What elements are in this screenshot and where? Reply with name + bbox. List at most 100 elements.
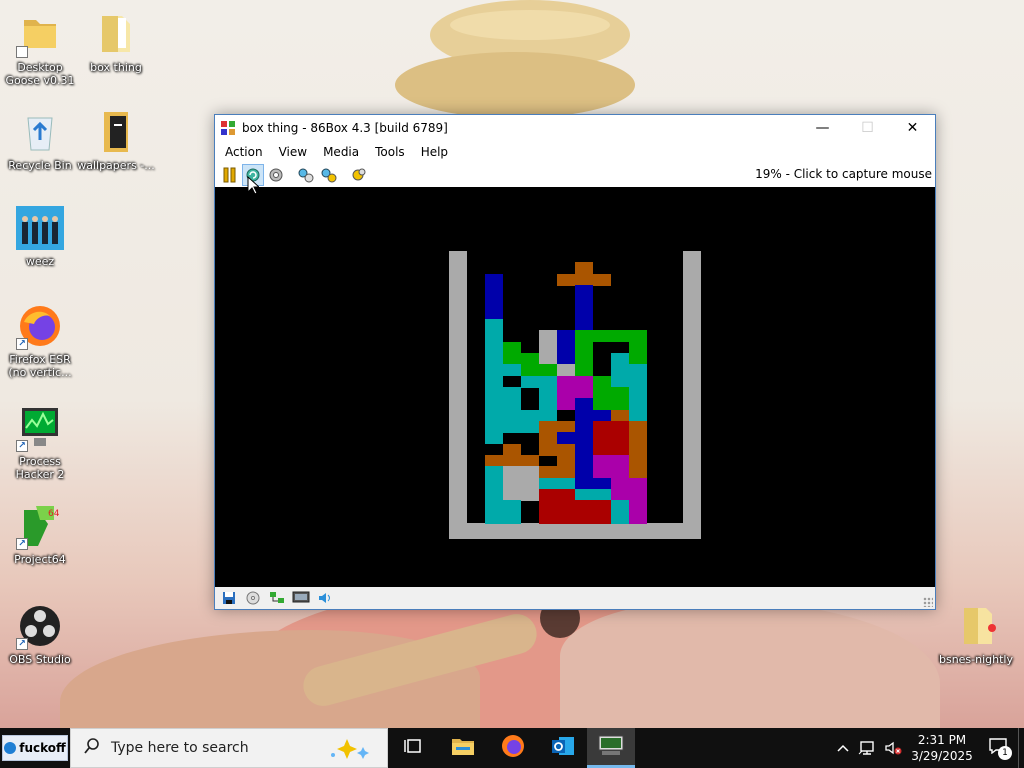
tetris-block [611, 375, 629, 388]
start-button[interactable]: fuckoff [2, 735, 68, 761]
menu-tools[interactable]: Tools [367, 143, 413, 161]
tetris-block [521, 409, 539, 422]
minimize-button[interactable]: — [800, 115, 845, 141]
tetris-block [575, 489, 593, 501]
tetris-block [575, 330, 593, 343]
clock[interactable]: 2:31 PM 3/29/2025 [906, 732, 978, 764]
desktop-icon-process-hacker[interactable]: ↗ Process Hacker 2 [0, 404, 80, 481]
tetris-block [575, 353, 593, 365]
close-button[interactable]: ✕ [890, 115, 935, 141]
desktop-icon-desktop-goose[interactable]: Desktop Goose v0.31 [0, 10, 80, 87]
tetris-block [539, 477, 557, 490]
tetris-block [539, 489, 557, 501]
clock-time: 2:31 PM [917, 733, 967, 747]
tetris-block [575, 432, 593, 445]
tetris-block [557, 489, 575, 501]
desktop-icon-label: Desktop Goose v0.31 [5, 61, 75, 87]
window-title: box thing - 86Box 4.3 [build 6789] [242, 121, 448, 135]
tetris-block [575, 375, 593, 388]
desktop-icon-recycle-bin[interactable]: Recycle Bin [0, 108, 80, 172]
tetris-block [611, 398, 629, 411]
file-explorer-icon [451, 736, 475, 760]
tetris-block [521, 375, 539, 388]
tetris-block [485, 364, 503, 377]
tetris-block [575, 511, 593, 524]
tray-overflow-icon[interactable] [832, 744, 854, 752]
hard-reset-icon[interactable] [318, 164, 340, 186]
tetris-block [611, 443, 629, 456]
tetris-block [611, 500, 629, 513]
tetris-block [629, 341, 647, 354]
floppy-icon[interactable] [218, 588, 240, 608]
desktop-icon-obs-studio[interactable]: ↗ OBS Studio [0, 602, 80, 666]
desktop-icon-weez[interactable]: weez [0, 204, 80, 268]
tetris-block [593, 273, 611, 286]
network-tray-icon[interactable] [854, 740, 880, 756]
recycle-bin-icon [16, 108, 64, 156]
tetris-block [611, 421, 629, 433]
clock-date: 3/29/2025 [911, 749, 973, 763]
taskbar-file-explorer[interactable] [439, 728, 487, 768]
tetris-block [629, 443, 647, 456]
menu-view[interactable]: View [271, 143, 315, 161]
desktop-icon-wallpapers[interactable]: wallpapers -... [76, 108, 156, 172]
emulator-window[interactable]: box thing - 86Box 4.3 [build 6789] — ☐ ✕… [214, 114, 936, 610]
desktop-icon-bsnes-nightly[interactable]: bsnes-nightly [934, 602, 1018, 666]
tetris-block [521, 421, 539, 433]
taskbar-task-view[interactable] [389, 728, 437, 768]
tetris-block [557, 455, 575, 467]
tetris-block [557, 466, 575, 479]
start-label: fuckoff [19, 741, 66, 755]
tetris-block [575, 409, 593, 422]
tetris-block [503, 409, 521, 422]
tetris-block [575, 319, 593, 331]
sound-icon[interactable] [314, 588, 336, 608]
tetris-block [539, 500, 557, 513]
tetris-block [539, 341, 557, 354]
search-box[interactable]: Type here to search [70, 728, 388, 768]
taskbar-86box[interactable] [587, 728, 635, 768]
taskbar-firefox[interactable] [489, 728, 537, 768]
maximize-button[interactable]: ☐ [845, 115, 890, 141]
taskbar-outlook[interactable] [539, 728, 587, 768]
obs-icon: ↗ [16, 602, 64, 650]
cdrom-icon[interactable] [242, 588, 264, 608]
resize-grip[interactable] [923, 597, 933, 607]
tetris-block [485, 489, 503, 501]
tetris-block [521, 489, 539, 501]
tetris-block [485, 477, 503, 490]
notifications-button[interactable]: 1 [978, 728, 1018, 768]
tetris-block [485, 398, 503, 411]
menu-action[interactable]: Action [217, 143, 271, 161]
screenshot-icon[interactable] [348, 164, 370, 186]
desktop-icon-box-thing[interactable]: box thing [76, 10, 156, 74]
tetris-block [629, 364, 647, 377]
title-bar[interactable]: box thing - 86Box 4.3 [build 6789] — ☐ ✕ [215, 115, 935, 141]
tetris-block [557, 443, 575, 456]
board-right-wall [683, 251, 701, 539]
desktop-icon-project64[interactable]: 64 ↗ Project64 [0, 502, 80, 566]
board-left-wall [449, 251, 467, 539]
show-desktop-button[interactable] [1018, 728, 1024, 768]
display-icon[interactable] [290, 588, 312, 608]
emulator-screen[interactable] [215, 187, 935, 587]
ctrl-alt-del-icon[interactable] [265, 164, 287, 186]
tetris-block [485, 285, 503, 297]
tetris-block [557, 421, 575, 433]
tetris-block [593, 409, 611, 422]
menu-media[interactable]: Media [315, 143, 367, 161]
network-icon[interactable] [266, 588, 288, 608]
shortcut-arrow-icon: ↗ [16, 338, 28, 350]
menu-help[interactable]: Help [413, 143, 456, 161]
toolbar: 19% - Click to capture mouse [215, 163, 935, 187]
tetris-block [503, 500, 521, 513]
volume-muted-icon[interactable] [880, 740, 906, 756]
tetris-block [503, 466, 521, 479]
tetris-block [611, 432, 629, 445]
settings-icon[interactable] [295, 164, 317, 186]
outlook-icon [551, 734, 575, 762]
desktop-icon-firefox-esr[interactable]: ↗ Firefox ESR (no vertic... [0, 302, 80, 379]
tetris-block [593, 398, 611, 411]
pause-icon[interactable] [219, 164, 241, 186]
tetris-block [629, 375, 647, 388]
